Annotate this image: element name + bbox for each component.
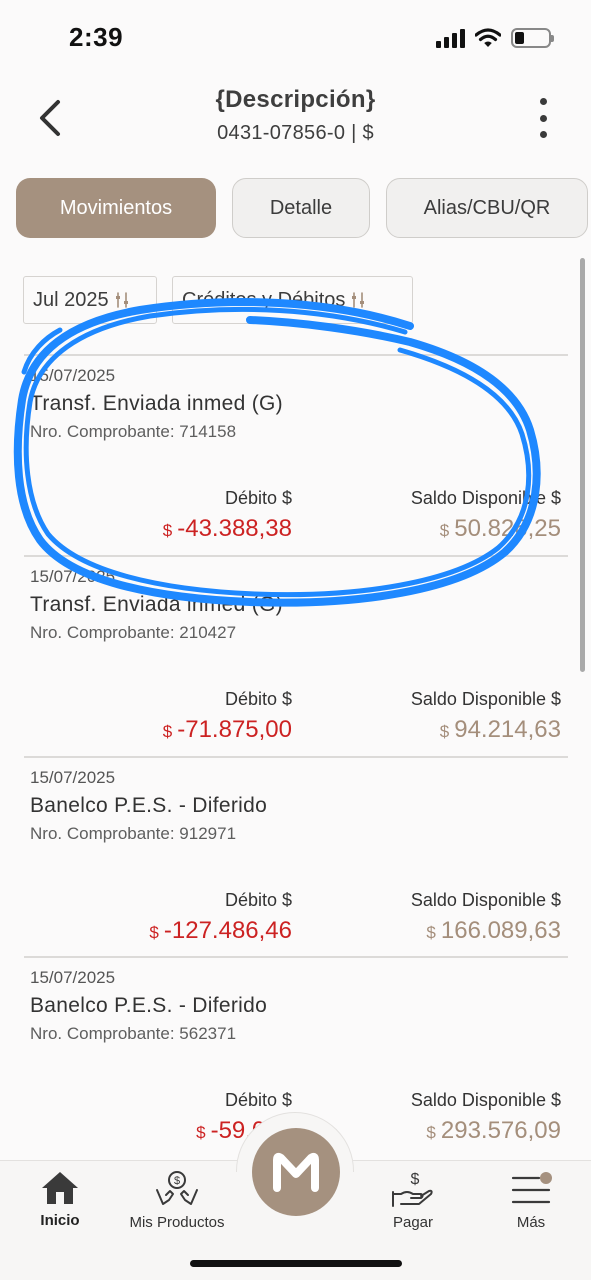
tab-label: Detalle (269, 196, 333, 219)
type-filter-label: Créditos y Débitos (182, 288, 346, 311)
debit-amount: $ -43.388,38 (163, 515, 292, 543)
tab-movimientos[interactable]: Movimientos (16, 178, 216, 238)
movement-item[interactable]: 15/07/2025 Transf. Enviada inmed (G) Nro… (24, 555, 568, 755)
movement-item[interactable]: 15/07/2025 Transf. Enviada inmed (G) Nro… (24, 354, 568, 554)
movement-description: Banelco P.E.S. - Diferido (30, 794, 268, 817)
movement-item[interactable]: 15/07/2025 Banelco P.E.S. - Diferido Nro… (24, 756, 568, 956)
svg-text:$: $ (174, 1175, 180, 1187)
scrollbar[interactable] (580, 258, 585, 672)
balance-value: 166.089,63 (440, 917, 561, 944)
balance-value: 293.576,09 (440, 1117, 561, 1144)
home-indicator (190, 1260, 402, 1267)
pay-icon: $ (392, 1171, 433, 1207)
status-time: 2:39 (69, 22, 124, 52)
status-icons (436, 28, 554, 48)
account-subtitle: 0431-07856-0 | $ (217, 122, 374, 144)
available-balance: $50.826,25 (440, 515, 561, 543)
dot-icon (539, 114, 547, 122)
nav-item-pagar[interactable]: $ Pagar (353, 1170, 473, 1231)
movement-date: 15/07/2025 (30, 567, 116, 586)
available-balance: $166.089,63 (426, 917, 561, 945)
amount-value: -127.486,46 (163, 917, 292, 944)
currency-symbol: $ (162, 521, 173, 540)
more-options-button[interactable] (533, 98, 553, 138)
amount-value: -43.388,38 (177, 515, 292, 542)
header: {Descripción} 0431-07856-0 | $ (0, 82, 591, 152)
currency-symbol: $ (149, 923, 159, 942)
balance-value: 94.214,63 (454, 716, 561, 743)
currency-symbol: $ (426, 923, 436, 942)
filter-adjust-icon (115, 292, 128, 308)
status-bar: 2:39 (0, 0, 591, 78)
movement-date: 15/07/2025 (30, 768, 116, 787)
tab-label: Alias/CBU/QR (423, 196, 551, 219)
nav-label: Mis Productos (129, 1214, 225, 1231)
movement-receipt: Nro. Comprobante: 562371 (30, 1024, 237, 1043)
svg-text:$: $ (411, 1171, 420, 1188)
currency-symbol: $ (439, 722, 450, 741)
movement-description: Transf. Enviada inmed (G) (30, 593, 283, 616)
currency-symbol: $ (426, 1123, 436, 1142)
menu-icon (511, 1172, 552, 1204)
tab-alias-cbu-qr[interactable]: Alias/CBU/QR (386, 178, 588, 238)
balance-label: Saldo Disponible $ (410, 488, 561, 508)
movement-date: 15/07/2025 (30, 366, 116, 385)
balance-value: 50.826,25 (454, 515, 561, 542)
tab-label: Movimientos (59, 196, 173, 219)
cellular-signal-icon (436, 28, 465, 48)
home-icon (42, 1172, 78, 1204)
nav-item-inicio[interactable]: Inicio (0, 1170, 120, 1229)
movement-description: Transf. Enviada inmed (G) (30, 392, 283, 415)
m-logo-button[interactable] (252, 1128, 340, 1216)
nav-label: Pagar (392, 1214, 434, 1231)
amount-label: Débito $ (224, 488, 292, 508)
nav-item-mis-productos[interactable]: $ Mis Productos (117, 1170, 237, 1231)
movement-description: Banelco P.E.S. - Diferido (30, 994, 268, 1017)
amount-value: -71.875,00 (177, 716, 292, 743)
period-filter-label: Jul 2025 (33, 288, 109, 311)
amount-label: Débito $ (224, 1090, 292, 1110)
movement-receipt: Nro. Comprobante: 210427 (30, 623, 237, 642)
balance-label: Saldo Disponible $ (410, 1090, 561, 1110)
dot-icon (539, 131, 547, 138)
period-filter[interactable]: Jul 2025 (23, 276, 157, 324)
nav-label: Más (516, 1214, 546, 1231)
debit-amount: $ -71.875,00 (163, 716, 292, 744)
type-filter[interactable]: Créditos y Débitos (172, 276, 413, 324)
products-icon: $ (156, 1171, 198, 1205)
amount-label: Débito $ (224, 890, 292, 910)
battery-icon (511, 28, 554, 48)
balance-label: Saldo Disponible $ (410, 689, 561, 709)
dot-icon (539, 98, 547, 105)
balance-label: Saldo Disponible $ (410, 890, 561, 910)
movement-date: 15/07/2025 (30, 968, 116, 987)
currency-symbol: $ (439, 521, 450, 540)
currency-symbol: $ (196, 1123, 206, 1142)
nav-label: Inicio (40, 1212, 80, 1229)
available-balance: $94.214,63 (440, 716, 561, 744)
currency-symbol: $ (162, 722, 173, 741)
available-balance: $293.576,09 (426, 1117, 561, 1145)
filter-adjust-icon (352, 292, 365, 308)
m-logo-icon (273, 1152, 319, 1192)
tab-detalle[interactable]: Detalle (232, 178, 370, 238)
page-title: {Descripción} (215, 86, 376, 113)
amount-label: Débito $ (224, 689, 292, 709)
wifi-icon (475, 28, 501, 47)
movement-receipt: Nro. Comprobante: 714158 (30, 422, 237, 441)
debit-amount: $ -127.486,46 (149, 917, 292, 945)
nav-item-mas[interactable]: Más (471, 1170, 591, 1231)
movement-receipt: Nro. Comprobante: 912971 (30, 824, 237, 843)
